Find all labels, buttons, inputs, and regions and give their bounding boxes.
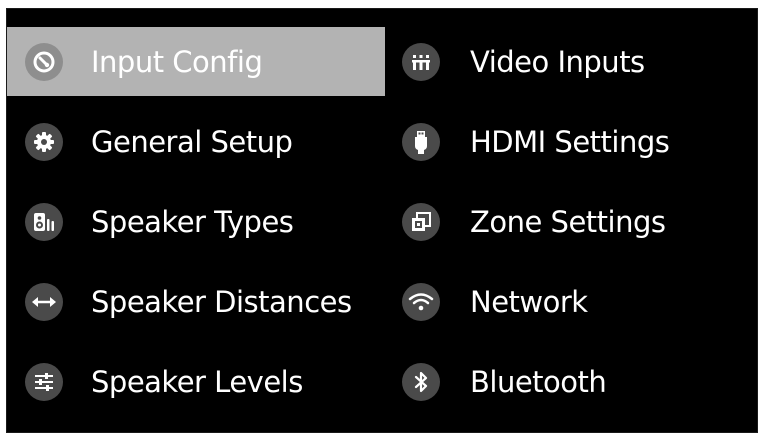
wifi-icon: [402, 282, 440, 321]
video-inputs-icon: [402, 42, 440, 81]
double-arrow-icon: [25, 282, 63, 321]
menu-item-bluetooth[interactable]: Bluetooth: [389, 347, 759, 416]
menu-item-general-setup[interactable]: General Setup: [7, 107, 385, 176]
menu-item-speaker-types[interactable]: Speaker Types: [7, 187, 385, 256]
menu-item-label: Video Inputs: [470, 44, 645, 79]
menu-item-label: Speaker Levels: [91, 364, 303, 399]
gear-icon: [25, 122, 63, 161]
menu-item-label: Zone Settings: [470, 204, 666, 239]
menu-item-speaker-distances[interactable]: Speaker Distances: [7, 267, 385, 336]
setup-menu: Input Config General Setup Speaker Types…: [7, 27, 759, 427]
speaker-icon: [25, 202, 63, 241]
menu-item-label: Network: [470, 284, 588, 319]
menu-item-label: Input Config: [91, 44, 263, 79]
menu-item-video-inputs[interactable]: Video Inputs: [389, 27, 759, 96]
menu-item-zone-settings[interactable]: Zone Settings: [389, 187, 759, 256]
menu-item-label: HDMI Settings: [470, 124, 670, 159]
bluetooth-icon: [402, 362, 440, 401]
menu-item-network[interactable]: Network: [389, 267, 759, 336]
menu-item-input-config[interactable]: Input Config: [7, 27, 385, 96]
menu-item-speaker-levels[interactable]: Speaker Levels: [7, 347, 385, 416]
menu-item-hdmi-settings[interactable]: HDMI Settings: [389, 107, 759, 176]
hdmi-plug-icon: [402, 122, 440, 161]
input-config-icon: [25, 42, 63, 81]
sliders-icon: [25, 362, 63, 401]
menu-item-label: Speaker Types: [91, 204, 294, 239]
zone-icon: [402, 202, 440, 241]
setup-menu-screen: Input Config General Setup Speaker Types…: [6, 8, 758, 433]
menu-item-label: Bluetooth: [470, 364, 607, 399]
menu-item-label: Speaker Distances: [91, 284, 352, 319]
menu-item-label: General Setup: [91, 124, 293, 159]
